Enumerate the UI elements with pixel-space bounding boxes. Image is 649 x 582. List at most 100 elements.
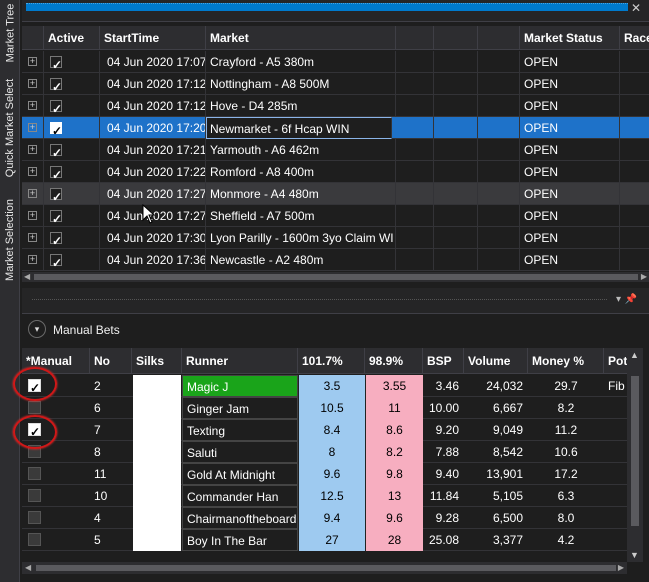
lay-price-button[interactable]: 9.6	[365, 507, 423, 529]
column-header-money-pct[interactable]: Money %	[528, 348, 604, 374]
scrollbar-thumb[interactable]	[631, 376, 639, 526]
active-checkbox[interactable]	[50, 164, 62, 183]
dropdown-icon[interactable]: ▾	[616, 294, 621, 305]
lay-price-button[interactable]: 8.2	[365, 441, 423, 463]
column-header-active[interactable]: Active	[44, 26, 100, 50]
scrollbar-thumb[interactable]	[36, 565, 616, 571]
back-price-button[interactable]: 10.5	[298, 397, 365, 419]
money-pct-value: 6.3	[557, 489, 575, 503]
expand-row-icon[interactable]: +	[28, 101, 37, 110]
runner-row[interactable]: 7 Texting8.48.6 9.20 9,049 11.2	[22, 419, 635, 441]
back-price-button[interactable]: 3.5	[298, 375, 365, 397]
column-header-back-book[interactable]: 101.7%	[298, 348, 365, 374]
expand-row-icon[interactable]: +	[28, 57, 37, 66]
back-price-button[interactable]: 9.6	[298, 463, 365, 485]
lay-price-button[interactable]: 8.6	[365, 419, 423, 441]
expand-row-icon[interactable]: +	[28, 189, 37, 198]
scroll-right-icon[interactable]: ▶	[641, 272, 647, 281]
race-cell	[620, 227, 649, 249]
tab-quick-market-select[interactable]: Quick Market Select	[1, 70, 19, 186]
market-row[interactable]: +04 Jun 2020 17:22Romford - A8 400m OPEN	[22, 161, 649, 183]
column-header-bsp[interactable]: BSP	[423, 348, 464, 374]
active-checkbox[interactable]	[50, 54, 62, 73]
back-price-button[interactable]: 8.4	[298, 419, 365, 441]
scroll-right-icon[interactable]: ▶	[618, 563, 624, 572]
market-row[interactable]: +04 Jun 2020 17:12Hove - D4 285m OPEN	[22, 95, 649, 117]
race-cell	[620, 205, 649, 227]
manual-checkbox[interactable]	[28, 511, 41, 524]
pin-icon[interactable]: 📌	[625, 294, 637, 305]
active-checkbox[interactable]	[50, 76, 62, 95]
manual-checkbox[interactable]	[28, 489, 41, 502]
market-name-cell[interactable]: Newmarket - 6f Hcap WIN	[206, 117, 392, 139]
active-checkbox[interactable]	[50, 98, 62, 117]
column-header-no[interactable]: No	[90, 348, 132, 374]
expand-row-icon[interactable]: +	[28, 255, 37, 264]
race-type-cell	[396, 227, 434, 249]
scroll-down-icon[interactable]: ▼	[630, 550, 639, 560]
manual-bets-vertical-scrollbar[interactable]: ▲ ▼	[627, 348, 643, 562]
expand-row-icon[interactable]: +	[28, 211, 37, 220]
market-row[interactable]: +04 Jun 2020 17:27Monmore - A4 480m OPEN	[22, 183, 649, 205]
runner-row[interactable]: 2Magic J3.53.553.4624,03229.7Fib	[22, 375, 635, 397]
scroll-left-icon[interactable]: ◀	[24, 272, 30, 281]
market-row[interactable]: +04 Jun 2020 17:27Sheffield - A7 500mOPE…	[22, 205, 649, 227]
manual-checkbox[interactable]	[28, 533, 41, 546]
panel-splitter[interactable]: ▾ 📌	[22, 288, 649, 314]
market-grid-horizontal-scrollbar[interactable]: ◀ ▶	[22, 272, 649, 282]
column-header-silks[interactable]: Silks	[132, 348, 182, 374]
collapse-toggle-icon[interactable]: ▾	[28, 320, 46, 338]
market-row[interactable]: +04 Jun 2020 17:12Nottingham - A8 500M OP…	[22, 73, 649, 95]
column-header-runner[interactable]: Runner	[182, 348, 298, 374]
active-checkbox[interactable]	[50, 208, 62, 227]
column-header-volume[interactable]: Volume	[464, 348, 528, 374]
column-header-market-status[interactable]: Market Status	[520, 26, 620, 50]
runner-row[interactable]: 4 Chairmanoftheboard 9.4 9.6 9.28 6,500 8.0	[22, 507, 635, 529]
lay-price-button[interactable]: 13	[365, 485, 423, 507]
runner-row[interactable]: 5 Boy In The Bar 27 28 25.08 3,377 4.2	[22, 529, 635, 551]
runner-row[interactable]: 10 Commander Han 12.5 13 11.84 5,105 6.3	[22, 485, 635, 507]
lay-price-button[interactable]: 9.8	[365, 463, 423, 485]
bsp-value: 9.20	[435, 423, 459, 437]
column-header-market[interactable]: Market	[206, 26, 396, 50]
active-checkbox[interactable]	[50, 142, 62, 161]
manual-checkbox[interactable]	[28, 401, 41, 414]
runner-row[interactable]: 11 Gold At Midnight 9.6 9.8 9.40 13,901 17.2	[22, 463, 635, 485]
column-header-lay-book[interactable]: 98.9%	[365, 348, 423, 374]
tab-market-tree[interactable]: Market Tree	[1, 0, 19, 66]
close-icon[interactable]: ✕	[629, 1, 643, 15]
race-type-cell	[396, 161, 434, 183]
market-row[interactable]: +04 Jun 2020 17:20Newmarket - 6f Hcap WI…	[22, 117, 649, 139]
runner-row[interactable]: 6 Ginger Jam 10.5 11 10.00 6,667 8.2	[22, 397, 635, 419]
scroll-up-icon[interactable]: ▲	[630, 350, 639, 360]
lay-price-button[interactable]: 28	[365, 529, 423, 551]
lay-price-button[interactable]: 3.55	[365, 375, 423, 397]
active-checkbox[interactable]	[50, 230, 62, 249]
back-price-button[interactable]: 27	[298, 529, 365, 551]
runner-row[interactable]: 8 Saluti 8 8.2 7.88 8,542 10.6	[22, 441, 635, 463]
expand-row-icon[interactable]: +	[28, 233, 37, 242]
market-row[interactable]: +04 Jun 2020 17:07Crayford - A5 380m OPEN	[22, 51, 649, 73]
column-header-race[interactable]: Race	[620, 26, 649, 50]
market-row[interactable]: +04 Jun 2020 17:36Newcastle - A2 480m OPE…	[22, 249, 649, 271]
active-checkbox[interactable]	[50, 120, 62, 139]
manual-bets-horizontal-scrollbar[interactable]: ◀ ▶	[22, 562, 627, 574]
manual-checkbox[interactable]	[28, 467, 41, 480]
lay-price-button[interactable]: 11	[365, 397, 423, 419]
scroll-left-icon[interactable]: ◀	[25, 563, 31, 572]
market-row[interactable]: +04 Jun 2020 17:30Lyon Parilly - 1600m 3…	[22, 227, 649, 249]
back-price-button[interactable]: 12.5	[298, 485, 365, 507]
scrollbar-thumb[interactable]	[34, 274, 638, 280]
back-price-button[interactable]: 8	[298, 441, 365, 463]
active-checkbox[interactable]	[50, 252, 62, 271]
market-row[interactable]: +04 Jun 2020 17:21Yarmouth - A6 462m OPEN	[22, 139, 649, 161]
column-header-starttime[interactable]: StartTime	[100, 26, 206, 50]
back-price-button[interactable]: 9.4	[298, 507, 365, 529]
country-flag-cell	[434, 183, 478, 205]
expand-row-icon[interactable]: +	[28, 145, 37, 154]
tab-market-selection[interactable]: Market Selection	[1, 190, 19, 290]
active-checkbox[interactable]	[50, 186, 62, 205]
expand-row-icon[interactable]: +	[28, 167, 37, 176]
expand-row-icon[interactable]: +	[28, 123, 37, 132]
expand-row-icon[interactable]: +	[28, 79, 37, 88]
